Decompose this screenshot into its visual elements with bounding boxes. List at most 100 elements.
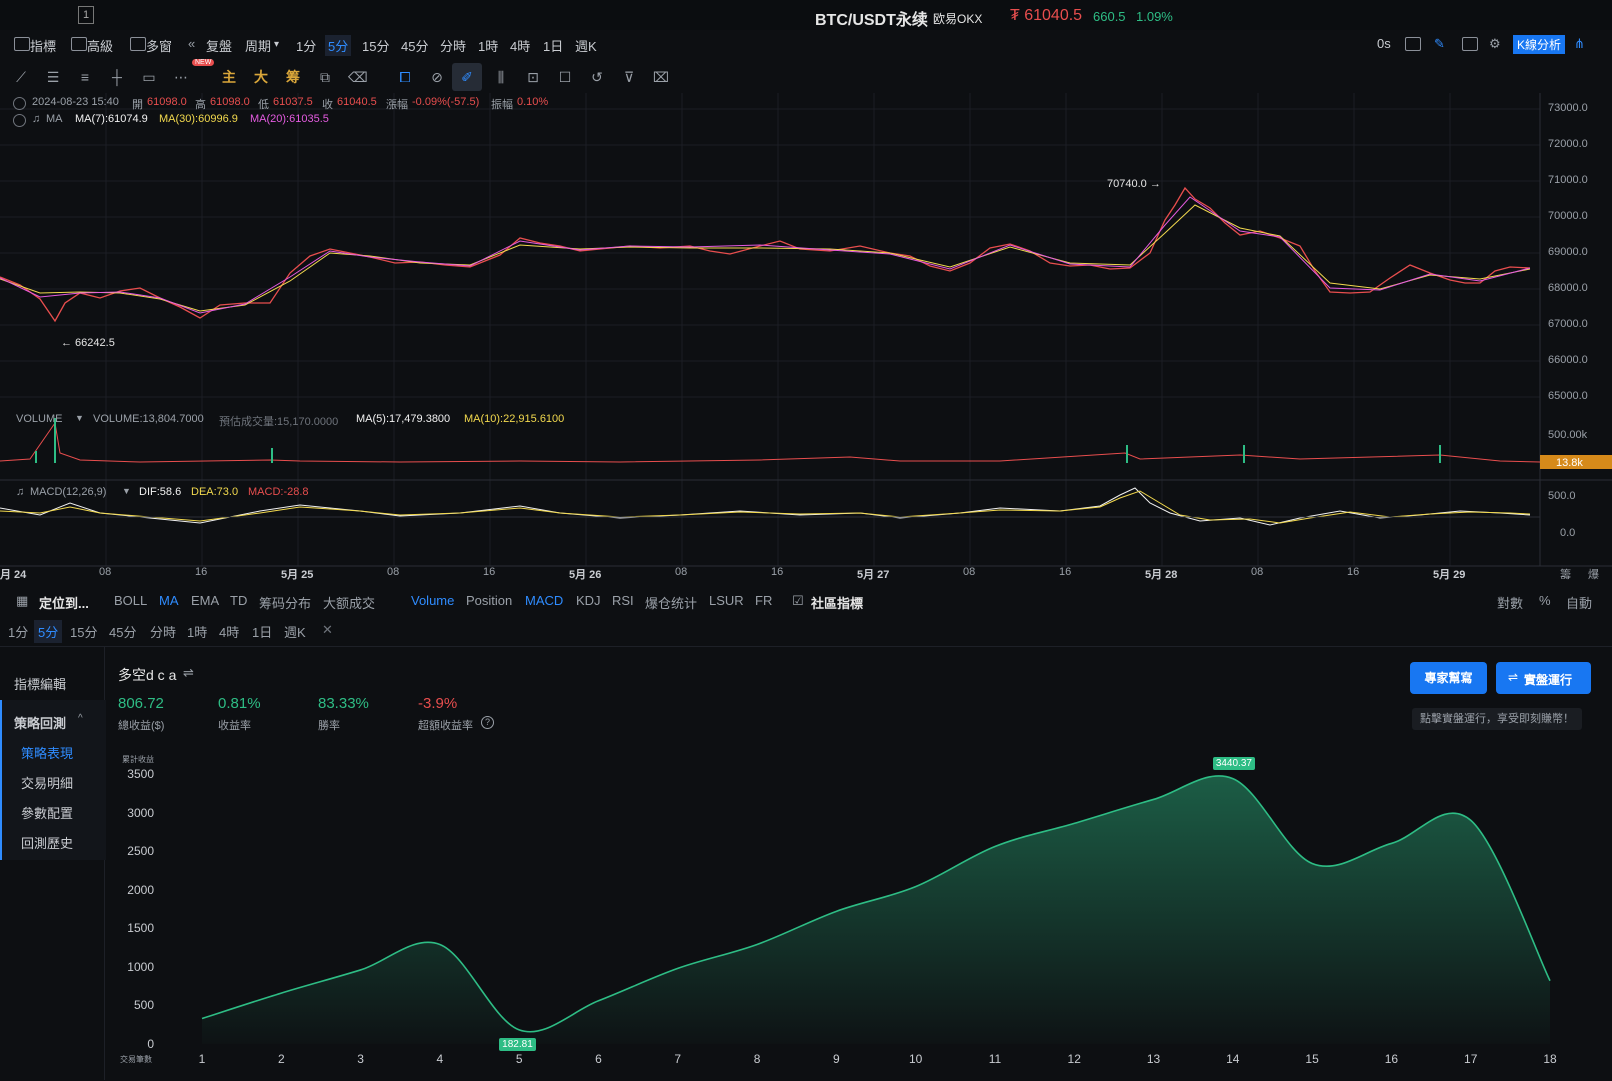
close-icon[interactable]: ✕ bbox=[322, 622, 333, 638]
tf2-45m[interactable]: 45分 bbox=[109, 622, 136, 641]
tf2-1m[interactable]: 1分 bbox=[8, 622, 28, 641]
tf2-timeshare[interactable]: 分時 bbox=[150, 622, 176, 641]
kline-svg[interactable] bbox=[0, 93, 1612, 583]
note-icon[interactable]: ☐ bbox=[556, 68, 574, 86]
tf-45m[interactable]: 45分 bbox=[401, 36, 428, 55]
candles-icon[interactable]: ⫼ bbox=[492, 68, 510, 86]
chip-toggle[interactable]: 籌 bbox=[1560, 566, 1571, 582]
tf2-5m[interactable]: 5分 bbox=[34, 620, 63, 643]
pencil-icon[interactable]: ✎ bbox=[1434, 36, 1445, 52]
ind-fr[interactable]: FR bbox=[755, 593, 772, 608]
expert-write-button[interactable]: 專家幫寫 bbox=[1410, 662, 1487, 694]
tf-1m[interactable]: 1分 bbox=[296, 36, 316, 55]
bell-icon[interactable]: ♫ bbox=[16, 486, 24, 498]
sidebar-item-params[interactable]: 參數配置 bbox=[21, 803, 73, 822]
ma-visibility-icon[interactable] bbox=[13, 114, 26, 127]
x-tick: 16 bbox=[771, 566, 784, 578]
tf-timeshare[interactable]: 分時 bbox=[440, 36, 466, 55]
ind-td[interactable]: TD bbox=[230, 593, 247, 608]
auto-scale-toggle[interactable]: 自動 bbox=[1566, 593, 1592, 612]
tf-15m[interactable]: 15分 bbox=[362, 36, 389, 55]
symbol-title[interactable]: BTC/USDT永续 bbox=[815, 6, 928, 30]
eraser-icon[interactable]: ⌫ bbox=[348, 68, 368, 86]
chevron-down-icon[interactable]: ▼ bbox=[75, 413, 84, 423]
visibility-toggle-icon[interactable] bbox=[13, 97, 26, 110]
main-force-tool[interactable]: 主 bbox=[220, 68, 238, 86]
tf-4h[interactable]: 4時 bbox=[510, 36, 530, 55]
more-icon[interactable]: ⋯ bbox=[172, 68, 190, 86]
swap-icon[interactable]: ⇌ bbox=[183, 665, 194, 681]
advanced-button[interactable]: 高級 bbox=[87, 36, 113, 55]
clone-icon[interactable]: ⧉ bbox=[316, 68, 334, 86]
log-scale-toggle[interactable]: 對數 bbox=[1497, 593, 1523, 612]
indicators-button[interactable]: 指標 bbox=[30, 36, 56, 55]
tf-1h[interactable]: 1時 bbox=[478, 36, 498, 55]
camera-icon[interactable] bbox=[1405, 37, 1421, 51]
trash-icon[interactable]: ⌧ bbox=[652, 68, 670, 86]
calendar-icon[interactable]: ▦ bbox=[16, 593, 28, 609]
sidebar-item-performance[interactable]: 策略表現 bbox=[21, 743, 73, 762]
multi-window-button[interactable]: 多窗 bbox=[146, 36, 172, 55]
stat-total-profit-label: 總收益($) bbox=[118, 720, 165, 732]
ind-ma[interactable]: MA bbox=[159, 593, 179, 608]
ind-big-trade[interactable]: 大额成交 bbox=[323, 593, 375, 612]
lock-icon[interactable]: ⊡ bbox=[524, 68, 542, 86]
ind-position[interactable]: Position bbox=[466, 593, 512, 608]
parallel-lines-icon[interactable]: ☰ bbox=[44, 68, 62, 86]
cross-line-icon[interactable]: ┼ bbox=[108, 68, 126, 86]
chevron-up-icon[interactable]: ^ bbox=[78, 713, 83, 724]
period-dropdown[interactable]: 周期 bbox=[245, 36, 271, 55]
tf2-1w[interactable]: 週K bbox=[284, 622, 306, 641]
tf-1d[interactable]: 1日 bbox=[543, 36, 563, 55]
kline-analysis-button[interactable]: K線分析 bbox=[1513, 35, 1566, 54]
magnet-icon[interactable]: ↺ bbox=[588, 68, 606, 86]
locate-button[interactable]: 定位到... bbox=[39, 593, 89, 612]
rectangle-icon[interactable]: ▭ bbox=[140, 68, 158, 86]
bell-icon[interactable]: ♫ bbox=[32, 113, 40, 125]
filter-icon[interactable]: ⊽ bbox=[620, 68, 638, 86]
tf2-15m[interactable]: 15分 bbox=[70, 622, 97, 641]
chip-tool[interactable]: 筹 bbox=[284, 68, 302, 86]
edit-icon[interactable]: ☑ bbox=[792, 593, 804, 609]
big-order-tool[interactable]: 大 bbox=[252, 68, 270, 86]
community-indicators[interactable]: 社區指標 bbox=[811, 593, 863, 612]
gear-icon[interactable]: ⚙ bbox=[1489, 36, 1501, 52]
x-tick: 08 bbox=[387, 566, 400, 578]
trend-line-icon[interactable]: ⟋ bbox=[12, 68, 30, 86]
ruler-icon[interactable]: ⊘ bbox=[428, 68, 446, 86]
sidebar-item-history[interactable]: 回測歷史 bbox=[21, 833, 73, 852]
liquidation-toggle[interactable]: 爆 bbox=[1588, 566, 1599, 582]
ind-boll[interactable]: BOLL bbox=[114, 593, 147, 608]
select-icon[interactable]: ✐ bbox=[452, 63, 482, 91]
volume-current-tag: 13.8k bbox=[1556, 457, 1583, 469]
help-icon[interactable]: ? bbox=[481, 716, 494, 729]
kline-chart[interactable]: 2024-08-23 15:40 開 61098.0 高 61098.0 低 6… bbox=[0, 93, 1612, 583]
overlay-icon[interactable]: ⧠ bbox=[396, 68, 414, 86]
ind-liquidation[interactable]: 爆仓统计 bbox=[645, 593, 697, 612]
ind-volume[interactable]: Volume bbox=[411, 593, 454, 608]
horizontal-lines-icon[interactable]: ≡ bbox=[76, 68, 94, 86]
replay-button[interactable]: 复盤 bbox=[206, 36, 232, 55]
tf-1w[interactable]: 週K bbox=[575, 36, 597, 55]
macd-label[interactable]: MACD(12,26,9) bbox=[30, 486, 106, 498]
sidebar-item-trades[interactable]: 交易明細 bbox=[21, 773, 73, 792]
ind-ema[interactable]: EMA bbox=[191, 593, 219, 608]
tf2-1d[interactable]: 1日 bbox=[252, 622, 272, 641]
backtest-item[interactable]: 策略回測 bbox=[14, 713, 66, 732]
ind-kdj[interactable]: KDJ bbox=[576, 593, 601, 608]
indicator-edit-item[interactable]: 指標編輯 bbox=[14, 674, 66, 693]
ind-chip[interactable]: 筹码分布 bbox=[259, 593, 311, 612]
share-icon[interactable]: ⋔ bbox=[1574, 36, 1585, 52]
volume-label[interactable]: VOLUME bbox=[16, 413, 62, 425]
ind-lsur[interactable]: LSUR bbox=[709, 593, 744, 608]
tf2-4h[interactable]: 4時 bbox=[219, 622, 239, 641]
percent-scale-toggle[interactable]: % bbox=[1539, 593, 1551, 608]
tf2-1h[interactable]: 1時 bbox=[187, 622, 207, 641]
tf-5m[interactable]: 5分 bbox=[325, 35, 352, 56]
window-number[interactable]: 1 bbox=[78, 6, 94, 24]
perf-x-tick: 5 bbox=[515, 1052, 523, 1066]
ind-rsi[interactable]: RSI bbox=[612, 593, 634, 608]
ind-macd[interactable]: MACD bbox=[525, 593, 563, 608]
fullscreen-icon[interactable] bbox=[1462, 37, 1478, 51]
chevron-down-icon[interactable]: ▼ bbox=[122, 486, 131, 496]
